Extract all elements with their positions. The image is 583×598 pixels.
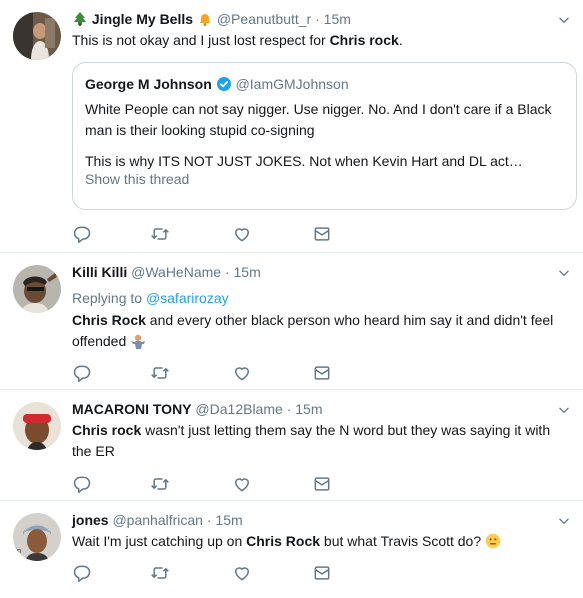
user-handle[interactable]: @panhalfrican (112, 512, 203, 528)
tweet-text: Chris Rock and every other black person … (72, 312, 554, 349)
retweet-icon[interactable] (150, 363, 170, 383)
reply-icon[interactable] (72, 474, 92, 494)
quoted-user-handle: @IamGMJohnson (235, 76, 349, 92)
shrug-emoji-icon (130, 333, 146, 349)
message-icon[interactable] (312, 363, 332, 383)
retweet-icon[interactable] (150, 474, 170, 494)
tweet-header: jones @panhalfrican · 15m (72, 511, 243, 529)
timestamp[interactable]: 15m (215, 512, 242, 528)
timestamp[interactable]: 15m (295, 401, 322, 417)
quoted-display-name: George M Johnson (85, 76, 212, 92)
separator-dot: · (206, 512, 212, 528)
tweet-header: Killi Killi @WaHeName · 15m (72, 263, 261, 281)
tweet-text: Wait I'm just catching up on Chris Rock … (72, 531, 569, 552)
reply-icon[interactable] (72, 363, 92, 383)
timestamp[interactable]: 15m (324, 11, 351, 27)
display-name[interactable]: MACARONI TONY (72, 401, 192, 417)
retweet-icon[interactable] (150, 224, 170, 244)
message-icon[interactable] (312, 563, 332, 583)
message-icon[interactable] (312, 224, 332, 244)
tweet-actions (72, 224, 352, 244)
chevron-down-icon[interactable] (557, 514, 571, 528)
svg-text:in: in (15, 547, 21, 555)
separator-dot: · (286, 401, 292, 417)
user-handle[interactable]: @WaHeName (131, 264, 221, 280)
retweet-icon[interactable] (150, 563, 170, 583)
reply-icon[interactable] (72, 224, 92, 244)
avatar[interactable] (13, 265, 61, 313)
chevron-down-icon[interactable] (557, 403, 571, 417)
avatar[interactable] (13, 402, 61, 450)
separator-dot: · (315, 11, 320, 27)
tweet-header: Jingle My Bells @Peanutbutt_r · 15m (72, 10, 351, 28)
like-icon[interactable] (232, 224, 252, 244)
avatar[interactable] (13, 12, 61, 60)
bell-emoji-icon (197, 11, 213, 27)
replying-to: Replying to @safarirozay (72, 290, 229, 306)
display-name[interactable]: Jingle My Bells (92, 11, 193, 27)
tweet-actions (72, 363, 352, 383)
user-handle[interactable]: @Da12Blame (195, 401, 282, 417)
reply-icon[interactable] (72, 563, 92, 583)
like-icon[interactable] (232, 363, 252, 383)
tree-emoji-icon (72, 11, 88, 27)
show-thread-link[interactable]: Show this thread (85, 171, 189, 187)
avatar[interactable]: in (13, 513, 61, 561)
verified-badge-icon (216, 76, 232, 92)
tweet[interactable]: Killi Killi @WaHeName · 15m Replying to … (0, 253, 583, 390)
timestamp[interactable]: 15m (234, 264, 261, 280)
tweet-actions (72, 563, 352, 583)
quoted-tweet-text: White People can not say nigger. Use nig… (85, 101, 552, 169)
display-name[interactable]: jones (72, 512, 109, 528)
quoted-tweet-header: George M Johnson @IamGMJohnson (85, 75, 349, 93)
chevron-down-icon[interactable] (557, 266, 571, 280)
tweet-header: MACARONI TONY @Da12Blame · 15m (72, 400, 322, 418)
tweet[interactable]: Jingle My Bells @Peanutbutt_r · 15m This… (0, 0, 583, 253)
message-icon[interactable] (312, 474, 332, 494)
tweet[interactable]: MACARONI TONY @Da12Blame · 15m Chris roc… (0, 390, 583, 501)
display-name[interactable]: Killi Killi (72, 264, 127, 280)
quoted-tweet[interactable]: George M Johnson @IamGMJohnson White Peo… (72, 62, 577, 210)
like-icon[interactable] (232, 563, 252, 583)
tweet-text: This is not okay and I just lost respect… (72, 32, 403, 48)
tweet-text: Chris rock wasn't just letting them say … (72, 422, 551, 459)
user-handle[interactable]: @Peanutbutt_r (217, 11, 311, 27)
replying-to-link[interactable]: @safarirozay (146, 290, 229, 306)
tweet[interactable]: in jones @panhalfrican · 15m Wait I'm ju… (0, 501, 583, 598)
neutral-face-emoji-icon (485, 533, 501, 549)
chevron-down-icon[interactable] (557, 13, 571, 27)
tweet-actions (72, 474, 352, 494)
like-icon[interactable] (232, 474, 252, 494)
separator-dot: · (224, 264, 230, 280)
